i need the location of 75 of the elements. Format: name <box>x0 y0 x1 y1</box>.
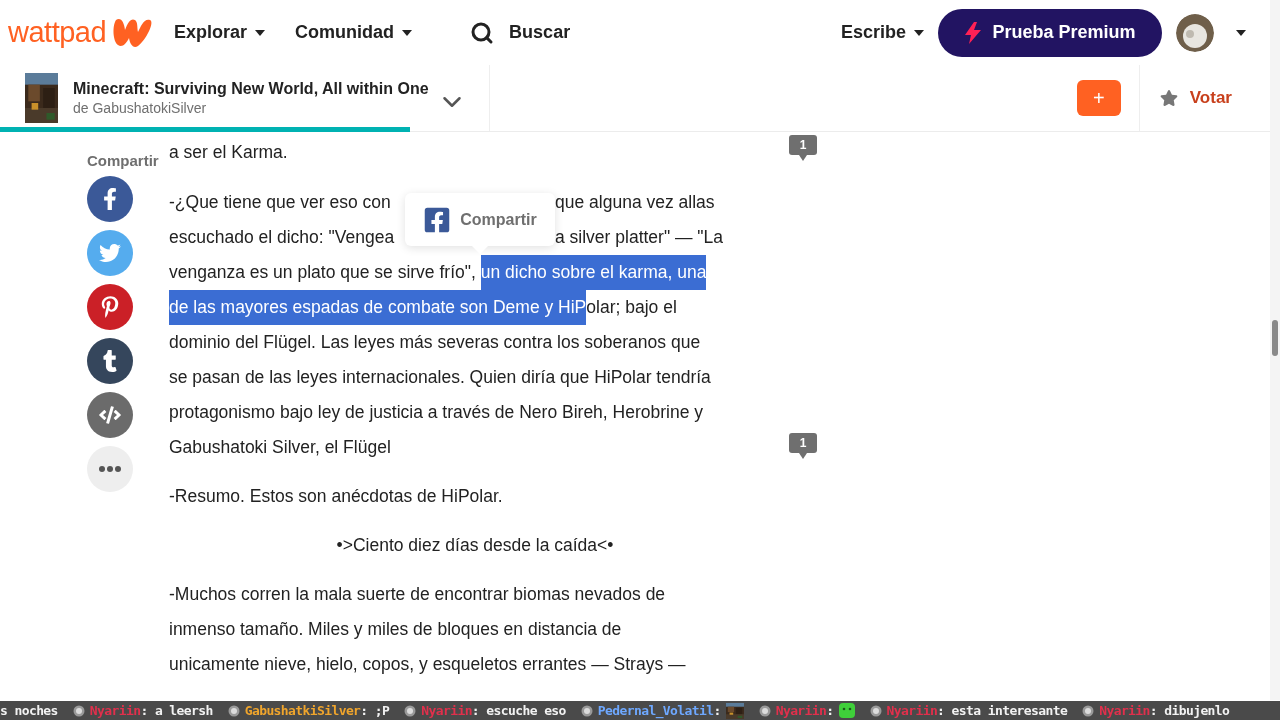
search-icon[interactable] <box>470 20 495 45</box>
caret-icon <box>255 29 266 36</box>
facebook-icon <box>423 205 452 234</box>
chat-message: : <box>713 701 721 718</box>
chat-message: : a leersh <box>140 701 213 720</box>
story-text: unicamente nieve, hielo, copos, y esqueletos errantes — Strays — <box>169 653 686 676</box>
chat-username: Nyariin <box>421 701 472 720</box>
community-menu[interactable]: Comunidad <box>295 19 413 46</box>
chat-username: Nyariin <box>89 701 141 720</box>
chat-message: : escuche eso <box>471 701 566 720</box>
bubble-tail-icon <box>799 155 807 161</box>
code-icon <box>99 404 121 426</box>
pinterest-icon <box>99 296 121 318</box>
selected-text: de las mayores espadas de combate son Deme y HiP <box>169 290 587 325</box>
more-share-button[interactable] <box>87 446 133 492</box>
more-icon <box>99 466 121 472</box>
avatar[interactable] <box>1176 13 1214 52</box>
story-text: -¿Que tiene que ver eso con <box>169 191 392 214</box>
caret-icon <box>1236 29 1246 36</box>
story-text: a silver platter" — "La <box>555 226 724 249</box>
premium-button[interactable]: Prueba Premium <box>938 8 1162 57</box>
emoji-icon <box>838 703 855 718</box>
story-text: escuchado el dicho: "Vengea <box>169 226 396 249</box>
embed-share-button[interactable] <box>87 392 133 438</box>
vote-button[interactable]: Votar <box>1159 85 1232 111</box>
chat-message: : <box>826 701 834 720</box>
pinterest-share-button[interactable] <box>87 284 133 330</box>
story-text: •>Ciento diez días desde la caída<• <box>336 534 614 557</box>
player-head-icon <box>227 704 240 717</box>
bubble-tail-icon <box>799 453 807 459</box>
story-text: dominio del Flügel. Las leyes más severas contra los soberanos que <box>169 331 701 354</box>
story-text: -Resumo. Estos son anécdotas de HiPolar. <box>169 485 503 508</box>
explore-menu[interactable]: Explorar <box>174 19 266 46</box>
chat-username: Nyariin <box>775 701 827 720</box>
story-text: se pasan de las leyes internacionales. Quien diría que HiPolar tendría <box>169 366 711 389</box>
player-head-icon <box>580 704 593 717</box>
player-head-icon <box>404 704 417 717</box>
facebook-share-button[interactable] <box>87 176 133 222</box>
write-menu[interactable]: Escribe <box>840 19 924 46</box>
story-text: Gabushatoki Silver, el Flügel <box>169 436 391 459</box>
tooltip-label: Compartir <box>460 211 537 228</box>
chat-username: Pedernal_Volatil <box>597 701 714 720</box>
player-head-icon <box>72 704 85 717</box>
caret-icon <box>402 29 413 36</box>
story-text: venganza es un plato que se sirve frío", <box>169 261 477 284</box>
story-text: inmenso tamaño. Miles y miles de bloques en distancia de <box>169 618 622 641</box>
star-icon <box>1159 89 1178 107</box>
search-field[interactable]: Buscar <box>509 19 571 46</box>
story-text: -Muchos corren la mala suerte de encontrar biomas nevados de <box>169 583 666 606</box>
share-tooltip[interactable]: Compartir <box>405 193 555 246</box>
story-text: protagonismo bajo ley de justicia a través de Nero Bireh, Herobrine y <box>169 401 704 424</box>
chat-username: Nyariin <box>886 701 938 720</box>
bolt-icon <box>964 21 983 44</box>
chat-message: : esta interesante <box>937 701 1068 720</box>
share-label: Compartir <box>87 152 160 170</box>
player-head-icon <box>869 704 882 717</box>
chat-message: : dibujenlo <box>1149 701 1230 720</box>
twitter-icon <box>99 242 121 264</box>
player-head-icon <box>758 704 771 717</box>
story-author[interactable]: de GabushatokiSilver <box>73 99 429 117</box>
chat-username: Nyariin <box>1099 701 1150 720</box>
selected-text: un dicho sobre el karma, una <box>480 255 707 290</box>
chat-message: : ;P <box>360 701 390 720</box>
wattpad-logo-text[interactable]: wattpad <box>8 18 107 47</box>
story-text: que alguna vez allas <box>555 191 715 214</box>
story-text: a ser el Karma. <box>169 141 288 164</box>
player-head-icon <box>1082 704 1095 717</box>
story-title[interactable]: Minecraft: Surviving New World, All within One <box>73 79 429 99</box>
scrollbar[interactable] <box>1270 0 1280 700</box>
caret-icon <box>914 29 924 36</box>
add-button[interactable]: + <box>1076 80 1121 116</box>
chat-username: GabushatkiSilver <box>244 701 361 720</box>
tumblr-share-button[interactable] <box>87 338 133 384</box>
story-text: olar; bajo el <box>586 296 677 319</box>
chat-message: s noches <box>0 701 58 720</box>
